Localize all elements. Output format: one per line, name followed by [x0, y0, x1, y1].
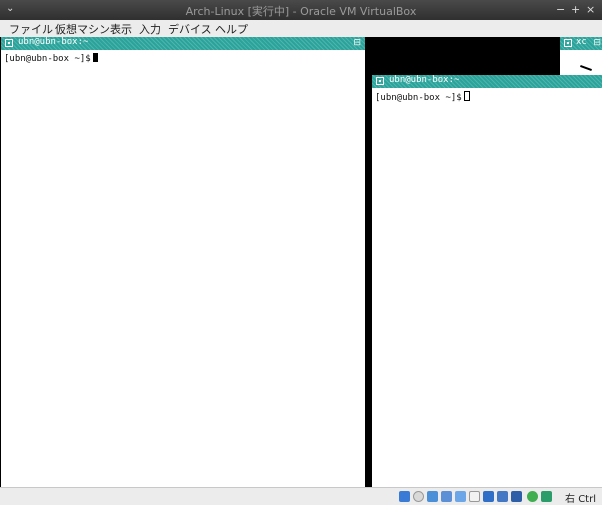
recording-icon[interactable]: [497, 491, 508, 502]
display-icon[interactable]: [483, 491, 494, 502]
clock-hand: [580, 65, 592, 71]
status-bar: 右 Ctrl: [0, 487, 602, 505]
hard-disk-icon[interactable]: [399, 491, 410, 502]
shared-folder-icon[interactable]: [469, 491, 480, 502]
menu-bar: ファイル 仮想マシン 表示 入力 デバイス ヘルプ: [0, 20, 602, 38]
terminal-titlebar-left[interactable]: ubn@ubn-box:~ ⊟: [1, 37, 365, 50]
menu-file[interactable]: ファイル: [9, 21, 53, 37]
window-titlebar: ⌄ Arch-Linux [実行中] - Oracle VM VirtualBo…: [0, 0, 602, 20]
close-button[interactable]: ×: [586, 3, 595, 16]
keyboard-icon[interactable]: [541, 491, 552, 502]
guest-display[interactable]: ubn@ubn-box:~ ⊟ [ubn@ubn-box ~]$ xc ⊟ ub…: [0, 37, 602, 487]
terminal-title-corner: xc: [576, 37, 587, 47]
network-icon[interactable]: [441, 491, 452, 502]
terminal-icon: [5, 39, 13, 47]
terminal-title-right: ubn@ubn-box:~: [389, 75, 460, 85]
cpu-icon[interactable]: [511, 491, 522, 502]
window-title: Arch-Linux [実行中] - Oracle VM VirtualBox: [185, 5, 417, 18]
usb-icon[interactable]: [455, 491, 466, 502]
host-key-label: 右 Ctrl: [565, 494, 596, 505]
maximize-icon[interactable]: ⊟: [593, 38, 601, 48]
optical-drive-icon[interactable]: [413, 491, 424, 502]
menu-input[interactable]: 入力: [139, 21, 161, 37]
maximize-button[interactable]: +: [571, 3, 580, 16]
terminal-titlebar-right[interactable]: ubn@ubn-box:~: [372, 75, 602, 88]
menu-view[interactable]: 表示: [110, 21, 132, 37]
text-cursor: [463, 91, 470, 101]
terminal-prompt-left[interactable]: [ubn@ubn-box ~]$: [4, 53, 98, 64]
terminal-icon: [564, 39, 572, 47]
terminal-titlebar-corner[interactable]: xc ⊟: [560, 37, 602, 50]
prompt-text: [ubn@ubn-box ~]$: [4, 54, 91, 64]
mouse-integration-icon[interactable]: [527, 491, 538, 502]
menu-devices[interactable]: デバイス: [168, 21, 212, 37]
audio-icon[interactable]: [427, 491, 438, 502]
menu-help[interactable]: ヘルプ: [215, 21, 248, 37]
prompt-text: [ubn@ubn-box ~]$: [375, 93, 462, 103]
terminal-window-right[interactable]: ubn@ubn-box:~ [ubn@ubn-box ~]$: [372, 75, 602, 487]
terminal-title-left: ubn@ubn-box:~: [18, 37, 89, 47]
minimize-button[interactable]: −: [556, 3, 565, 16]
terminal-icon: [376, 77, 384, 85]
terminal-prompt-right[interactable]: [ubn@ubn-box ~]$: [375, 91, 470, 103]
terminal-window-corner[interactable]: xc ⊟: [560, 37, 602, 75]
terminal-window-left[interactable]: ubn@ubn-box:~ ⊟ [ubn@ubn-box ~]$: [1, 37, 365, 487]
text-cursor: [92, 53, 98, 62]
menu-machine[interactable]: 仮想マシン: [55, 21, 110, 37]
maximize-icon[interactable]: ⊟: [353, 38, 361, 48]
